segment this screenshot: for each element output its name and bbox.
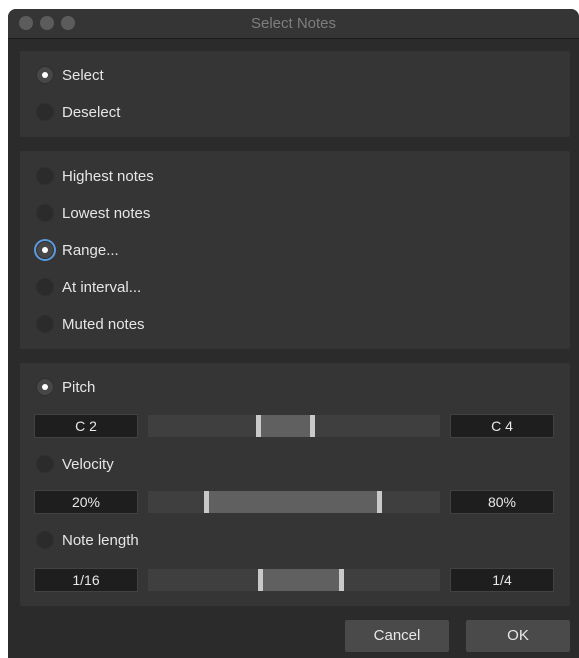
radio-muted-notes-label: Muted notes	[62, 315, 145, 333]
cancel-button[interactable]: Cancel	[345, 620, 449, 652]
mode-panel: Select Deselect	[20, 51, 570, 137]
velocity-max-handle[interactable]	[377, 491, 382, 513]
select-notes-dialog: Select Notes Select Deselect Highest not…	[8, 9, 579, 658]
length-max-field[interactable]: 1/4	[450, 568, 554, 592]
length-min-handle[interactable]	[258, 569, 263, 591]
pitch-range-slider[interactable]	[148, 415, 440, 437]
radio-at-interval-label: At interval...	[62, 278, 142, 296]
radio-muted-notes-indicator[interactable]	[36, 315, 54, 333]
radio-deselect[interactable]: Deselect	[36, 101, 120, 123]
radio-pitch[interactable]: Pitch	[36, 376, 95, 398]
radio-range-indicator[interactable]	[36, 241, 54, 259]
radio-muted-notes[interactable]: Muted notes	[36, 313, 145, 335]
radio-highest-notes-label: Highest notes	[62, 167, 154, 185]
note-filter-panel: Highest notes Lowest notes Range... At i…	[20, 151, 570, 349]
pitch-min-field[interactable]: C 2	[34, 414, 138, 438]
pitch-max-handle[interactable]	[310, 415, 315, 437]
radio-at-interval-indicator[interactable]	[36, 278, 54, 296]
velocity-min-handle[interactable]	[204, 491, 209, 513]
pitch-range-fill	[258, 415, 313, 437]
radio-lowest-notes-indicator[interactable]	[36, 204, 54, 222]
radio-note-length-indicator[interactable]	[36, 531, 54, 549]
window-title: Select Notes	[250, 15, 337, 32]
radio-velocity[interactable]: Velocity	[36, 453, 114, 475]
radio-select-label: Select	[62, 66, 104, 84]
radio-pitch-indicator[interactable]	[36, 378, 54, 396]
length-min-field[interactable]: 1/16	[34, 568, 138, 592]
radio-range-label: Range...	[62, 241, 119, 259]
length-range-slider[interactable]	[148, 569, 440, 591]
radio-lowest-notes-label: Lowest notes	[62, 204, 151, 222]
pitch-min-handle[interactable]	[256, 415, 261, 437]
length-range-fill	[260, 569, 342, 591]
radio-velocity-indicator[interactable]	[36, 455, 54, 473]
title-bar: Select Notes	[8, 9, 579, 39]
radio-velocity-label: Velocity	[62, 455, 114, 473]
radio-note-length-label: Note length	[62, 531, 139, 549]
radio-highest-notes-indicator[interactable]	[36, 167, 54, 185]
radio-at-interval[interactable]: At interval...	[36, 276, 141, 298]
radio-lowest-notes[interactable]: Lowest notes	[36, 202, 150, 224]
radio-select[interactable]: Select	[36, 64, 104, 86]
velocity-range-fill	[206, 491, 380, 513]
radio-deselect-indicator[interactable]	[36, 103, 54, 121]
velocity-range-slider[interactable]	[148, 491, 440, 513]
radio-range[interactable]: Range...	[36, 239, 119, 261]
range-criteria-panel: Pitch C 2 C 4 Velocity 20% 80% Note leng…	[20, 363, 570, 606]
ok-button[interactable]: OK	[466, 620, 570, 652]
radio-note-length[interactable]: Note length	[36, 529, 139, 551]
radio-pitch-label: Pitch	[62, 378, 96, 396]
velocity-min-field[interactable]: 20%	[34, 490, 138, 514]
length-max-handle[interactable]	[339, 569, 344, 591]
radio-highest-notes[interactable]: Highest notes	[36, 165, 154, 187]
pitch-max-field[interactable]: C 4	[450, 414, 554, 438]
velocity-max-field[interactable]: 80%	[450, 490, 554, 514]
radio-deselect-label: Deselect	[62, 103, 121, 121]
radio-select-indicator[interactable]	[36, 66, 54, 84]
